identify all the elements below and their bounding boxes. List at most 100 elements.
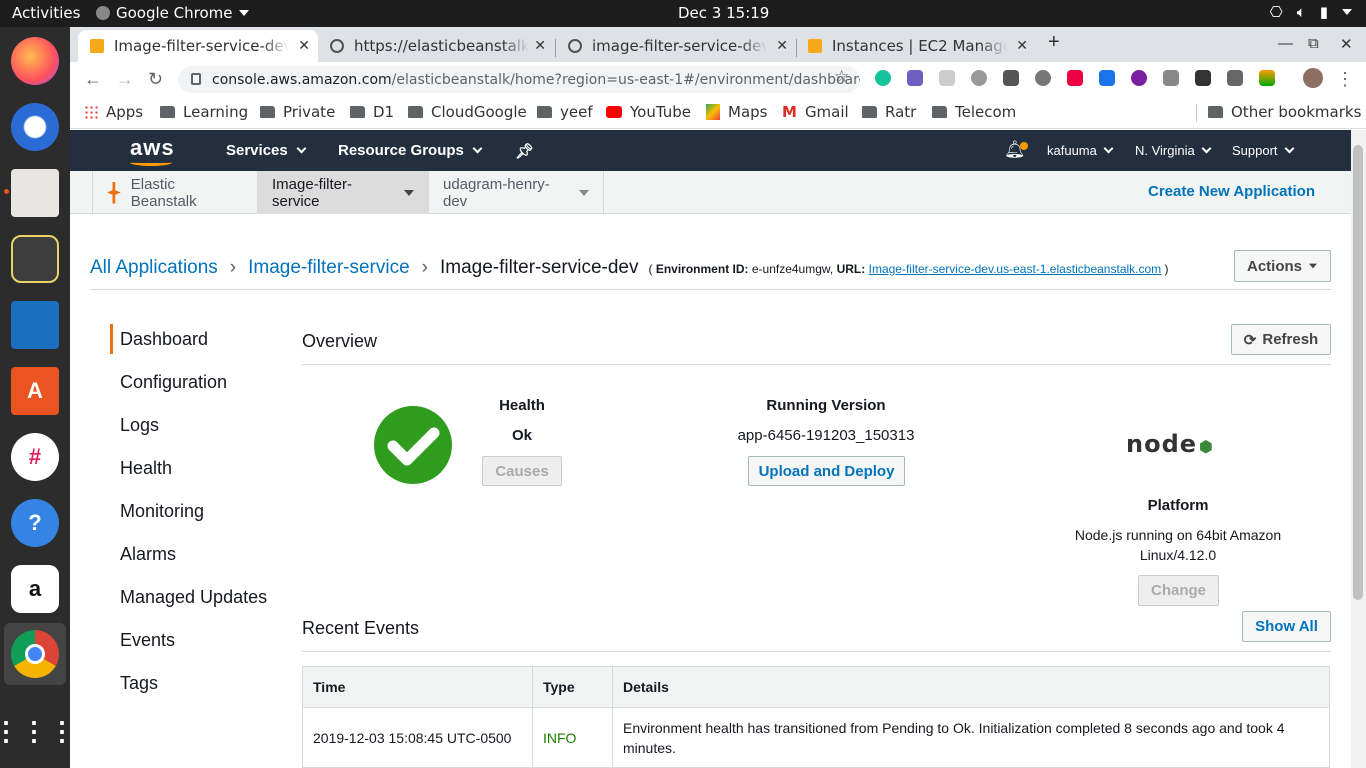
sidebar-item-managed-updates[interactable]: Managed Updates [120,587,267,608]
application-menu[interactable]: Image-filter-service [258,171,429,214]
other-bookmarks[interactable]: Other bookmarks [1208,103,1361,121]
extension-icon[interactable] [1035,70,1051,86]
clock[interactable]: Dec 3 15:19 [678,4,769,22]
sidebar-item-logs[interactable]: Logs [120,415,159,436]
close-window-button[interactable]: ✕ [1340,35,1353,53]
column-header-type[interactable]: Type [532,666,613,708]
reload-icon[interactable]: ↻ [148,69,163,90]
files-icon[interactable] [11,169,59,217]
resource-groups-menu[interactable]: Resource Groups [338,142,483,159]
aws-logo[interactable]: aws [130,135,175,161]
extension-icon[interactable] [971,70,987,86]
extension-icon[interactable] [939,70,955,86]
show-all-button[interactable]: Show All [1242,611,1331,642]
sidebar-item-alarms[interactable]: Alarms [120,544,176,565]
close-icon[interactable]: ✕ [298,38,310,54]
bookmark-ratr[interactable]: Ratr [862,103,916,121]
breadcrumb-all-applications[interactable]: All Applications [90,257,218,279]
scrollbar-thumb[interactable] [1353,145,1363,600]
volume-icon: 🔈︎ [1296,3,1306,21]
bookmark-learning[interactable]: Learning [160,103,248,121]
upload-and-deploy-button[interactable]: Upload and Deploy [748,456,905,486]
thunderbird-icon[interactable] [11,103,59,151]
sidebar-item-tags[interactable]: Tags [120,673,158,694]
services-menu[interactable]: Services [226,142,307,159]
tab-image-filter-url[interactable]: image-filter-service-dev.u ✕ [556,30,796,62]
activities-button[interactable]: Activities [12,4,80,22]
bookmark-star-icon[interactable]: ☆ [834,67,849,87]
sidebar-item-monitoring[interactable]: Monitoring [120,501,204,522]
tab-elasticbeanstalk-url[interactable]: https://elasticbeanstalk-u ✕ [318,30,554,62]
extension-icon[interactable] [1131,70,1147,86]
amazon-icon[interactable]: a [11,565,59,613]
software-icon[interactable]: A [11,367,59,415]
close-icon[interactable]: ✕ [534,38,546,54]
column-header-time[interactable]: Time [302,666,533,708]
bookmark-private[interactable]: Private [260,103,335,121]
bookmark-label: Apps [106,103,144,121]
menu-icon[interactable]: ⋮ [1336,69,1354,90]
tab-beanstalk[interactable]: Image-filter-service-dev - E ✕ [78,30,318,62]
help-icon[interactable]: ? [11,499,59,547]
minimize-button[interactable]: — [1278,35,1293,52]
address-bar[interactable]: console.aws.amazon.com/elasticbeanstalk/… [178,66,860,93]
sidebar-item-events[interactable]: Events [120,630,175,651]
bell-icon[interactable]: 🔔︎ [1004,140,1028,160]
close-icon[interactable]: ✕ [776,38,788,54]
support-menu[interactable]: Support [1232,143,1294,158]
bookmark-maps[interactable]: Maps [706,103,767,121]
system-tray[interactable]: ⎔ 🔈︎ ▮ [1270,3,1352,21]
environment-menu[interactable]: udagram-henry-dev [429,171,604,214]
refresh-icon: ⟳ [1243,331,1257,349]
grammarly-icon[interactable] [875,70,891,86]
eyedropper-icon[interactable] [907,70,923,86]
chrome-dock-icon[interactable] [11,630,59,678]
new-tab-button[interactable]: + [1048,31,1060,54]
app-menu[interactable]: Google Chrome [96,4,249,22]
extension-icon[interactable] [1195,70,1211,86]
account-menu[interactable]: kafuuma [1047,143,1114,158]
bookmark-apps[interactable]: Apps [84,103,143,121]
folder-icon [160,106,175,118]
forward-icon[interactable]: → [116,69,134,90]
sidebar-item-dashboard[interactable]: Dashboard [120,329,208,350]
extension-icon[interactable] [1227,70,1243,86]
elastic-beanstalk-home[interactable]: Elastic Beanstalk [92,171,258,214]
tab-ec2-instances[interactable]: Instances | EC2 Manageme ✕ [796,30,1036,62]
maximize-button[interactable]: ⧉ [1308,35,1319,52]
bookmark-gmail[interactable]: M Gmail [782,103,849,121]
environment-url-link[interactable]: Image-filter-service-dev.us-east-1.elast… [869,262,1162,276]
back-icon[interactable]: ← [84,69,102,90]
extension-icon[interactable] [1067,70,1083,86]
extension-icon[interactable] [1259,70,1275,86]
pin-icon[interactable]: 📌︎ [515,142,534,160]
bookmark-yeef[interactable]: yeef [537,103,593,121]
sidebar-item-configuration[interactable]: Configuration [120,372,227,393]
extension-icon[interactable] [1003,70,1019,86]
folder-icon [408,106,423,118]
extension-icon[interactable] [1099,70,1115,86]
bookmark-telecom[interactable]: Telecom [932,103,1016,121]
extension-icon[interactable] [1163,70,1179,86]
avatar[interactable] [1303,68,1323,88]
firefox-icon[interactable] [11,37,59,85]
causes-button[interactable]: Causes [482,456,562,486]
close-icon[interactable]: ✕ [1016,38,1028,54]
refresh-button[interactable]: ⟳ Refresh [1231,324,1331,355]
writer-icon[interactable] [11,301,59,349]
slack-icon[interactable]: # [11,433,59,481]
bookmark-youtube[interactable]: YouTube [606,103,691,121]
rhythmbox-icon[interactable] [11,235,59,283]
url-label: URL: [836,262,866,276]
bookmark-d1[interactable]: D1 [350,103,394,121]
region-menu[interactable]: N. Virginia [1135,143,1212,158]
bookmark-cloudgoogle[interactable]: CloudGoogle [408,103,527,121]
resource-groups-label: Resource Groups [338,142,464,159]
sidebar-item-health[interactable]: Health [120,458,172,479]
actions-button[interactable]: Actions [1234,250,1331,282]
create-new-application-link[interactable]: Create New Application [1148,183,1315,200]
show-apps-icon[interactable]: ⋮⋮⋮ [0,707,75,755]
column-header-details[interactable]: Details [612,666,1330,708]
breadcrumb-application[interactable]: Image-filter-service [248,257,410,279]
change-platform-button[interactable]: Change [1138,575,1219,606]
